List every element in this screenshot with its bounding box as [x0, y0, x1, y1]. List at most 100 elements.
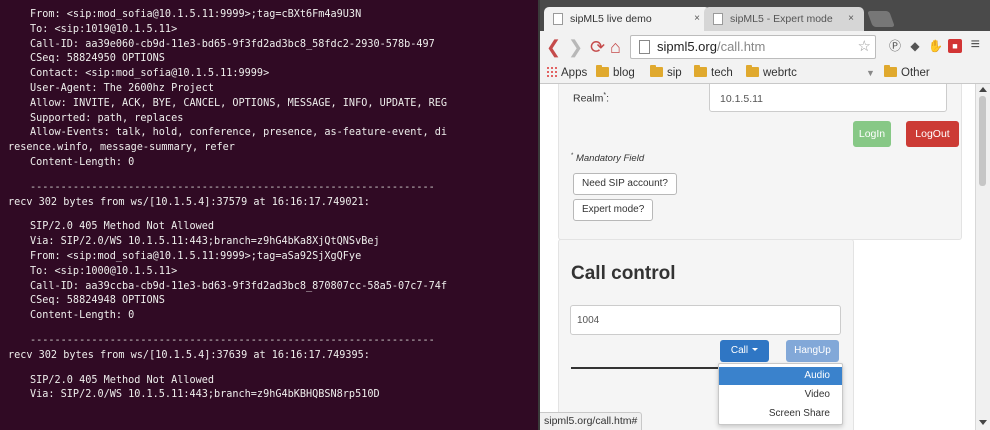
realm-label-text: Realm [573, 92, 604, 105]
status-bar-url: sipml5.org/call.htm# [540, 412, 643, 430]
call-button-label: Call [730, 345, 749, 356]
bookmark-folder-blog[interactable]: blog [596, 63, 635, 83]
reload-icon[interactable]: ⟳ [590, 35, 605, 59]
terminal-line: Allow: INVITE, ACK, BYE, CANCEL, OPTIONS… [30, 97, 448, 109]
terminal-line: From: <sip:mod_sofia@10.1.5.11:9999>;tag… [30, 9, 362, 20]
terminal-blank-line [0, 210, 538, 220]
bookmark-folder-sip[interactable]: sip [650, 63, 682, 83]
tab-strip: sipML5 live demo × sipML5 - Expert mode … [540, 0, 990, 31]
bookmark-label: Apps [561, 67, 588, 79]
menu-item-audio[interactable]: Audio [719, 367, 842, 385]
terminal-window[interactable]: From: <sip:mod_sofia@10.1.5.11:9999>;tag… [0, 0, 538, 430]
back-arrow-icon[interactable]: ❮ [546, 35, 561, 59]
page-favicon-icon [713, 13, 723, 25]
tab-title: sipML5 live demo [570, 13, 652, 25]
scroll-thumb[interactable] [979, 96, 986, 186]
call-button[interactable]: Call [720, 340, 769, 362]
login-panel: Realm*: 10.1.5.11 LogIn LogOut * Mandato… [558, 84, 962, 240]
realm-input[interactable]: 10.1.5.11 [709, 84, 947, 112]
phone-number-input[interactable]: 1004 [570, 305, 841, 335]
call-type-dropdown-menu: Audio Video Screen Share [718, 363, 843, 425]
page-favicon-icon [553, 13, 563, 25]
wordpress-extension-icon[interactable]: Ⓟ [888, 39, 902, 53]
hand-extension-icon[interactable]: ✋ [928, 39, 943, 53]
terminal-line: User-Agent: The 2600hz Project [30, 82, 215, 94]
expert-mode-button[interactable]: Expert mode? [573, 199, 654, 221]
scroll-down-arrow-icon[interactable] [979, 420, 987, 425]
terminal-line: Supported: path, replaces [30, 112, 184, 124]
red-extension-icon[interactable]: ■ [948, 39, 962, 53]
page-icon [639, 40, 650, 54]
terminal-line: To: <sip:1000@10.1.5.11> [30, 265, 178, 277]
new-tab-button[interactable] [867, 11, 895, 27]
browser-window: sipML5 live demo × sipML5 - Expert mode … [538, 0, 990, 430]
terminal-line: CSeq: 58824948 OPTIONS [30, 295, 165, 307]
tab-close-icon[interactable]: × [848, 7, 854, 31]
bookmarks-bar: Apps blog sip tech webrtc ▼ Other Bookma… [540, 63, 990, 99]
terminal-line: Contact: <sip:mod_sofia@10.1.5.11:9999> [30, 68, 270, 80]
menu-icon[interactable]: ≡ [971, 36, 980, 54]
bookmark-label: webrtc [763, 67, 797, 79]
folder-icon [694, 65, 707, 77]
call-control-title: Call control [571, 263, 676, 284]
page-content: Realm*: 10.1.5.11 LogIn LogOut * Mandato… [540, 84, 976, 430]
url-host: sipml5.org [657, 39, 717, 54]
terminal-blank-line [0, 171, 538, 181]
terminal-separator: ----------------------------------------… [30, 181, 435, 193]
menu-item-video[interactable]: Video [719, 386, 842, 404]
tab-sipml5-live-demo[interactable]: sipML5 live demo × [544, 7, 710, 31]
divider [571, 367, 721, 369]
tab-close-icon[interactable]: × [694, 7, 700, 31]
menu-item-screen-share[interactable]: Screen Share [719, 405, 842, 423]
home-icon[interactable]: ⌂ [610, 35, 621, 59]
terminal-separator: ----------------------------------------… [30, 334, 435, 346]
bookmark-label: sip [667, 67, 682, 79]
bookmark-label: blog [613, 67, 635, 79]
url-path: /call.htm [716, 39, 766, 54]
terminal-line: Content-Length: 0 [30, 310, 135, 322]
need-sip-account-button[interactable]: Need SIP account? [573, 173, 677, 195]
hangup-button[interactable]: HangUp [786, 340, 839, 362]
caret-down-icon [752, 348, 759, 351]
scroll-up-arrow-icon[interactable] [979, 87, 987, 92]
terminal-line: To: <sip:1019@10.1.5.11> [30, 23, 178, 35]
bookmark-folder-tech[interactable]: tech [694, 63, 733, 83]
terminal-line: Via: SIP/2.0/WS 10.1.5.11:443;branch=z9h… [30, 236, 380, 248]
browser-toolbar: ❮ ❯ ⟳ ⌂ sipml5.org/call.htm ☆ Ⓟ ◆ ✋ ■ ≡ [540, 31, 990, 63]
terminal-line: Content-Length: 0 [30, 156, 135, 168]
mandatory-field-text: Mandatory Field [575, 153, 645, 165]
logout-button[interactable]: LogOut [906, 121, 959, 147]
login-button[interactable]: LogIn [853, 121, 891, 147]
terminal-line: SIP/2.0 405 Method Not Allowed [30, 374, 215, 386]
terminal-output: From: <sip:mod_sofia@10.1.5.11:9999>;tag… [0, 8, 538, 403]
forward-arrow-icon[interactable]: ❯ [568, 35, 583, 59]
terminal-blank-line [0, 324, 538, 334]
folder-icon [746, 65, 759, 77]
bookmark-folder-webrtc[interactable]: webrtc [746, 63, 797, 83]
bookmark-apps[interactable]: Apps [546, 63, 587, 83]
bookmark-label: tech [711, 67, 733, 79]
folder-icon [596, 65, 609, 77]
apps-grid-icon [546, 66, 557, 77]
terminal-line: Via: SIP/2.0/WS 10.1.5.11:443;branch=z9h… [30, 389, 380, 401]
folder-icon [650, 65, 663, 77]
vertical-scrollbar[interactable] [975, 84, 990, 430]
diamond-extension-icon[interactable]: ◆ [908, 39, 922, 53]
address-bar[interactable]: sipml5.org/call.htm ☆ [630, 35, 876, 59]
bookmark-star-icon[interactable]: ☆ [858, 36, 871, 58]
bookmarks-overflow-chevron-icon[interactable]: ▼ [866, 63, 875, 83]
terminal-line: Call-ID: aa39e060-cb9d-11e3-bd65-9f3fd2a… [30, 38, 435, 50]
url-text: sipml5.org/call.htm [657, 36, 765, 58]
terminal-line: From: <sip:mod_sofia@10.1.5.11:9999>;tag… [30, 250, 362, 262]
mandatory-field-note: * Mandatory Field [571, 153, 645, 165]
terminal-line: SIP/2.0 405 Method Not Allowed [30, 221, 215, 233]
terminal-line: Call-ID: aa39ccba-cb9d-11e3-bd63-9f3fd2a… [30, 280, 448, 292]
terminal-line: resence.winfo, message-summary, refer [8, 142, 235, 154]
terminal-line: Allow-Events: talk, hold, conference, pr… [30, 127, 448, 139]
terminal-blank-line [0, 364, 538, 374]
terminal-recv-header: recv 302 bytes from ws/[10.1.5.4]:37579 … [8, 196, 370, 208]
terminal-line: CSeq: 58824950 OPTIONS [30, 53, 165, 65]
tab-sipml5-expert-mode[interactable]: sipML5 - Expert mode × [704, 7, 864, 31]
folder-icon [884, 65, 897, 77]
realm-label: Realm*: [573, 92, 609, 105]
